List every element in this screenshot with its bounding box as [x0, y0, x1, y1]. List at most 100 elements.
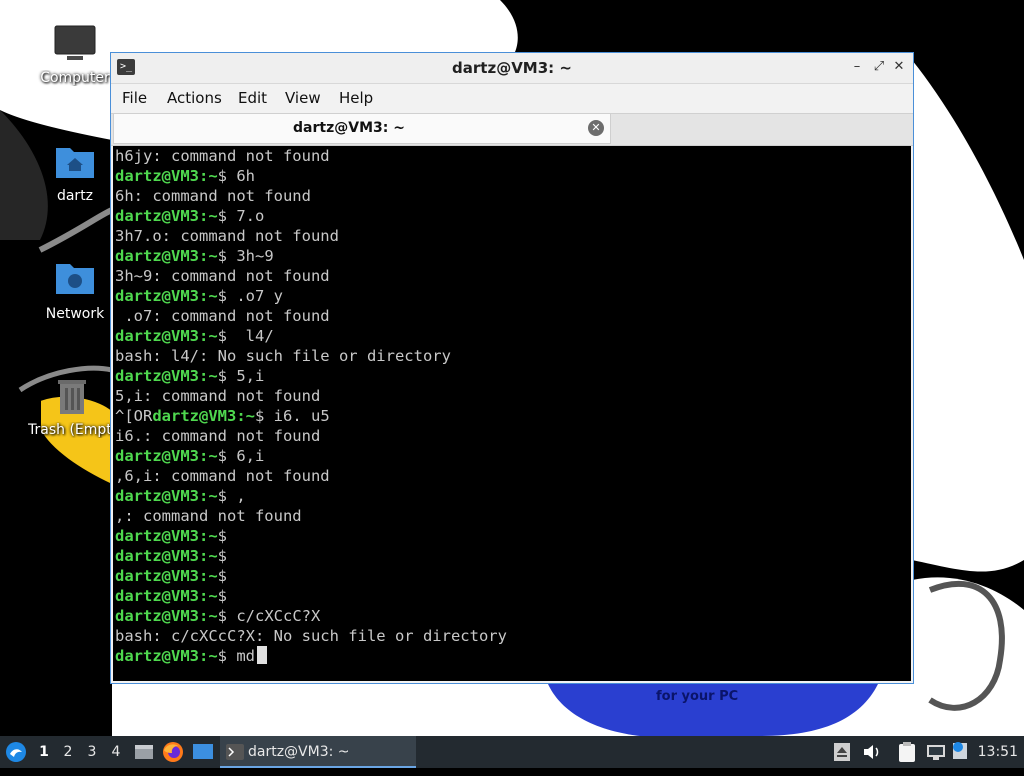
- eject-button[interactable]: [834, 736, 854, 768]
- tab-bar: dartz@VM3: ~ ✕: [111, 113, 913, 146]
- desktop-icon-home-folder[interactable]: dartz: [27, 140, 123, 204]
- firefox-icon: [163, 742, 183, 762]
- terminal-line: dartz@VM3:~$ ,: [115, 486, 246, 506]
- workspace-3[interactable]: 3: [81, 736, 103, 768]
- workspace-2[interactable]: 2: [57, 736, 79, 768]
- menu-file[interactable]: File: [122, 89, 147, 107]
- terminal-line: dartz@VM3:~$ md: [115, 646, 267, 666]
- terminal-line: 6h: command not found: [115, 186, 311, 206]
- terminal-line: dartz@VM3:~$ .o7 y: [115, 286, 283, 306]
- prompt-path: :~: [236, 407, 255, 425]
- tab-title: dartz@VM3: ~: [293, 120, 405, 136]
- shell-prompt: dartz@VM3: [115, 247, 199, 265]
- shell-prompt: dartz@VM3: [115, 367, 199, 385]
- update-button[interactable]: [952, 736, 972, 768]
- workspace-4[interactable]: 4: [105, 736, 127, 768]
- command-text: $ md: [217, 647, 255, 665]
- output-text: bash: l4/: No such file or directory: [115, 347, 451, 365]
- close-button[interactable]: ✕: [891, 59, 907, 75]
- command-text: $: [217, 527, 228, 545]
- prompt-path: :~: [199, 207, 218, 225]
- prompt-path: :~: [199, 167, 218, 185]
- terminal-window: >_ dartz@VM3: ~ – ⤢ ✕ File Actions Edit …: [110, 52, 914, 684]
- minimize-button[interactable]: –: [849, 59, 865, 75]
- menu-help[interactable]: Help: [339, 89, 373, 107]
- terminal-tab[interactable]: dartz@VM3: ~ ✕: [113, 114, 611, 144]
- terminal-line: .o7: command not found: [115, 306, 330, 326]
- prompt-path: :~: [199, 367, 218, 385]
- command-text: $: [217, 587, 228, 605]
- shell-prompt: dartz@VM3: [115, 167, 199, 185]
- maximize-button[interactable]: ⤢: [871, 59, 887, 75]
- desktop-icon-label: dartz: [56, 188, 94, 204]
- update-icon: [953, 742, 967, 759]
- output-text: i6.: command not found: [115, 427, 321, 445]
- output-text: ,: command not found: [115, 507, 302, 525]
- desktop-icon-computer[interactable]: Computer: [27, 22, 123, 86]
- desktop-icon-label: Computer: [40, 70, 110, 86]
- prompt-path: :~: [199, 547, 218, 565]
- output-text: .o7: command not found: [115, 307, 330, 325]
- show-desktop-button[interactable]: [192, 736, 216, 768]
- window-title: dartz@VM3: ~: [452, 59, 572, 77]
- prompt-path: :~: [199, 247, 218, 265]
- line-prefix: ^[OR: [115, 407, 153, 425]
- firefox-launcher[interactable]: [162, 736, 186, 768]
- volume-button[interactable]: [862, 736, 884, 768]
- tab-close-icon[interactable]: ✕: [588, 120, 604, 136]
- shell-prompt: dartz@VM3: [152, 407, 237, 425]
- desktop-icon-label: Trash (Empty): [28, 422, 112, 438]
- file-manager-launcher[interactable]: [134, 736, 156, 768]
- terminal-line: dartz@VM3:~$ 5,i: [115, 366, 264, 386]
- output-text: bash: c/cXCcC?X: No such file or directo…: [115, 627, 507, 645]
- command-text: $ ,: [217, 487, 246, 505]
- terminal-line: 3h7.o: command not found: [115, 226, 339, 246]
- clipboard-button[interactable]: [898, 736, 920, 768]
- terminal-line: ^[ORdartz@VM3:~$ i6. u5: [115, 406, 330, 426]
- command-text: $: [217, 547, 228, 565]
- show-desktop-icon: [193, 744, 213, 759]
- shell-prompt: dartz@VM3: [115, 607, 199, 625]
- output-text: 6h: command not found: [115, 187, 311, 205]
- computer-icon: [53, 22, 97, 66]
- network-button[interactable]: [926, 736, 948, 768]
- prompt-path: :~: [199, 487, 218, 505]
- taskbar-task-terminal[interactable]: dartz@VM3: ~: [220, 736, 416, 768]
- workspace-1[interactable]: 1: [33, 736, 55, 768]
- command-text: $ i6. u5: [255, 407, 330, 425]
- terminal-line: dartz@VM3:~$ 7.o: [115, 206, 264, 226]
- network-icon: [927, 745, 945, 760]
- terminal-output[interactable]: h6jy: command not found dartz@VM3:~$ 6h 6h…: [113, 146, 911, 681]
- clipboard-icon: [899, 742, 915, 762]
- terminal-line: dartz@VM3:~$ 6h: [115, 166, 255, 186]
- desktop-icon-network[interactable]: Network: [27, 258, 123, 322]
- menu-view[interactable]: View: [285, 89, 321, 107]
- desktop-icon-trash[interactable]: Trash (Empty): [20, 374, 112, 438]
- home-folder-icon: [53, 140, 97, 184]
- wallpaper-disc-text: for your PC: [656, 689, 738, 704]
- shell-prompt: dartz@VM3: [115, 327, 199, 345]
- volume-icon: [864, 745, 879, 759]
- command-text: $ 7.o: [217, 207, 265, 225]
- terminal-line: 5,i: command not found: [115, 386, 320, 406]
- shell-prompt: dartz@VM3: [115, 547, 199, 565]
- start-menu-icon: [6, 742, 26, 762]
- command-text: $ 3h~9: [217, 247, 274, 265]
- window-titlebar[interactable]: >_ dartz@VM3: ~ – ⤢ ✕: [111, 53, 913, 84]
- output-text: 5,i: command not found: [115, 387, 321, 405]
- prompt-path: :~: [199, 567, 218, 585]
- taskbar: 1 2 3 4 dartz@VM3: ~ 13:51: [0, 736, 1024, 768]
- terminal-line: ,: command not found: [115, 506, 302, 526]
- command-text: $ l4/: [217, 327, 274, 345]
- start-menu-button[interactable]: [4, 736, 30, 768]
- terminal-line: dartz@VM3:~$ 6,i: [115, 446, 264, 466]
- menu-actions[interactable]: Actions: [167, 89, 222, 107]
- command-text: $ 5,i: [217, 367, 265, 385]
- terminal-line: dartz@VM3:~$ l4/: [115, 326, 274, 346]
- command-text: $ 6h: [217, 167, 255, 185]
- clock[interactable]: 13:51: [978, 736, 1018, 768]
- command-text: $: [217, 567, 228, 585]
- prompt-path: :~: [199, 287, 218, 305]
- output-text: 3h~9: command not found: [115, 267, 330, 285]
- menu-edit[interactable]: Edit: [238, 89, 267, 107]
